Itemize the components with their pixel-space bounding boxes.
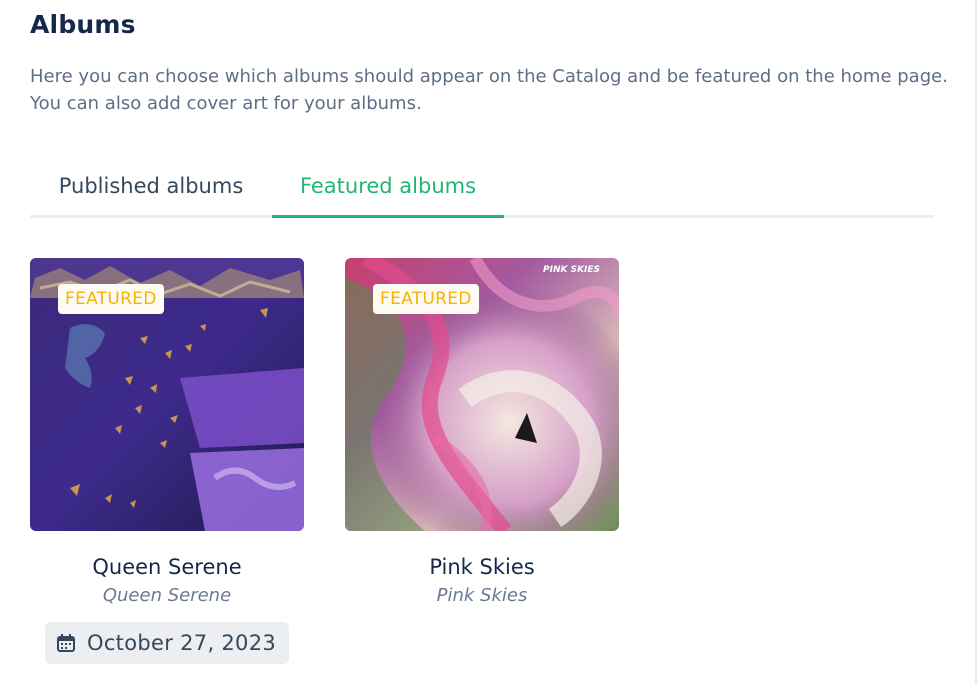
album-tabs: Published albums Featured albums [30,160,934,218]
album-cover[interactable]: PINK SKIES FEATURED [345,258,619,531]
page-title: Albums [30,10,136,39]
calendar-icon [57,634,75,652]
album-title: Queen Serene [92,555,242,579]
release-date: October 27, 2023 [87,631,277,655]
album-cover[interactable]: FEATURED [30,258,304,531]
album-card-queen-serene[interactable]: FEATURED Queen Serene Queen Serene [30,258,304,606]
tab-featured-albums[interactable]: Featured albums [272,160,504,218]
featured-badge: FEATURED [58,284,164,314]
release-date-chip[interactable]: October 27, 2023 [45,622,289,664]
album-title: Pink Skies [429,555,535,579]
tab-published-albums[interactable]: Published albums [30,160,272,215]
page-description: Here you can choose which albums should … [30,66,948,114]
cover-logo-text: PINK SKIES [543,265,600,275]
album-artist: Queen Serene [102,585,232,606]
album-card-pink-skies[interactable]: PINK SKIES FEATURED Pink Skies Pink Skie… [345,258,619,606]
album-artist: Pink Skies [436,585,528,606]
featured-badge: FEATURED [373,284,479,314]
albums-page: Albums Here you can choose which albums … [0,0,977,683]
